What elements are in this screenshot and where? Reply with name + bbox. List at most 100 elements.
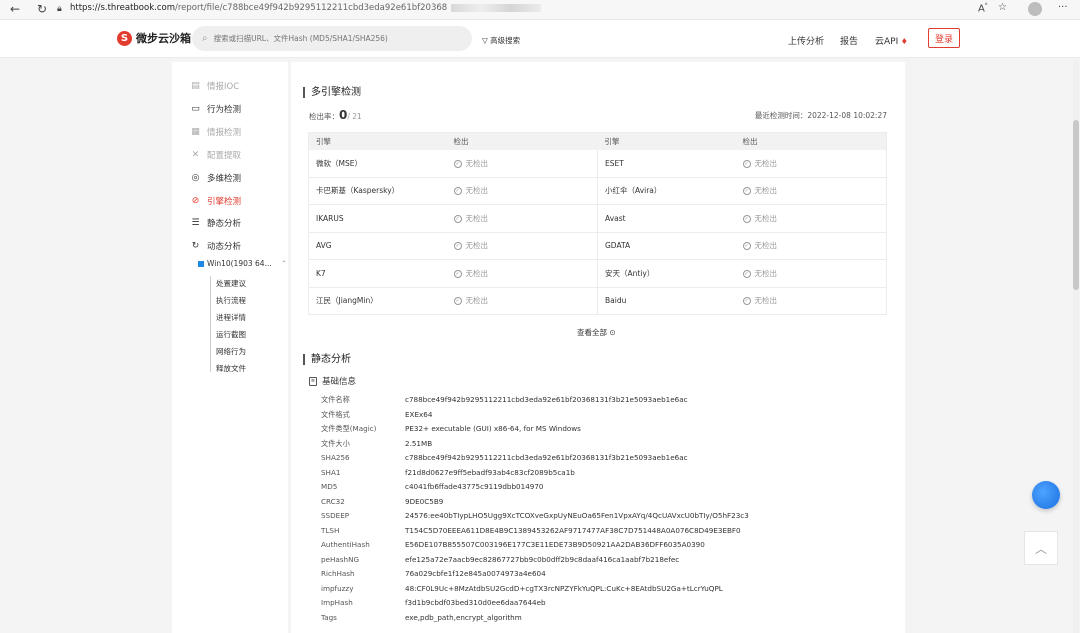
info-row: Tags exe,pdb_path,encrypt_algorithm	[321, 613, 522, 622]
cloud-api-link[interactable]: 云API ♦	[875, 34, 908, 47]
windows-icon	[198, 260, 204, 267]
info-row: SHA1 f21d8d0627e9ff5ebadf93ab4c83cf2089b5…	[321, 468, 575, 477]
upload-analysis-link[interactable]: 上传分析	[788, 34, 824, 47]
info-key: SHA1	[321, 467, 341, 477]
dynamic-subnav: 处置建议 执行流程 进程详情 运行截图 网络行为 释放文件	[210, 276, 246, 373]
info-value: f3d1b9cbdf03bed310d0ee6daa7644eb	[405, 598, 546, 607]
engine-name: K7	[308, 259, 447, 288]
assistant-float-button[interactable]	[1032, 481, 1060, 509]
table-header: 引擎 检出 引擎 检出	[308, 132, 887, 150]
info-row: MD5 c4041fb6ffade43775c9119dbb014970	[321, 482, 543, 491]
info-value: 48:CF0L9Uc+8MzAtdbSU2GcdD+cgTX3rcNPZYFkY…	[405, 583, 723, 593]
engine-name: 安天（Antiy）	[597, 259, 736, 288]
sub-item-dropped[interactable]: 释放文件	[216, 363, 246, 374]
page-scrollbar[interactable]	[1073, 60, 1079, 633]
info-key: Tags	[321, 612, 337, 622]
col-detect: 检出	[735, 132, 887, 150]
table-row: K7 ✓ 无检出 安天（Antiy） ✓ 无检出	[308, 259, 887, 288]
search-icon[interactable]: ⌕	[202, 33, 208, 44]
sidebar-item-label: 情报检测	[207, 128, 242, 138]
grid-icon: ▦	[191, 127, 200, 137]
advanced-search-link[interactable]: ▽ 高级搜索	[482, 35, 520, 46]
logo[interactable]: S 微步云沙箱	[117, 30, 191, 46]
engine-name: IKARUS	[308, 204, 447, 233]
report-link[interactable]: 报告	[840, 34, 858, 47]
url-host: https://s.threatbook.com	[70, 3, 175, 13]
sidebar-item-intel[interactable]: ▦ 情报检测	[190, 126, 241, 138]
sub-item-flow[interactable]: 执行流程	[216, 295, 246, 306]
sidebar-item-behavior[interactable]: ▭ 行为检测	[190, 103, 241, 115]
detect-cell: ✓ 无检出	[735, 177, 887, 205]
info-key: TLSH	[321, 525, 340, 535]
env-selector[interactable]: Win10(1903 64... ⌃	[198, 259, 287, 268]
check-circle-icon: ✓	[742, 297, 751, 306]
detect-result: 无检出	[754, 213, 778, 223]
info-key: SSDEEP	[321, 511, 350, 520]
sidebar-item-multidim[interactable]: ◎ 多维检测	[190, 172, 241, 184]
back-to-top-button[interactable]: ︿	[1024, 531, 1058, 565]
favorite-star-icon[interactable]: ☆	[998, 2, 1007, 13]
detect-cell: ✓ 无检出	[446, 259, 598, 288]
question-circle-icon: ⊘	[191, 196, 200, 206]
detect-cell: ✓ 无检出	[446, 232, 598, 260]
blurred-url-tail	[451, 3, 542, 12]
refresh-icon[interactable]: ↻	[37, 2, 47, 16]
detect-cell: ✓ 无检出	[446, 149, 598, 178]
sidebar-item-label: 多维检测	[207, 174, 242, 184]
view-all-link[interactable]: 查看全部 ⊙	[577, 327, 616, 338]
check-circle-icon: ✓	[453, 187, 462, 196]
check-circle-icon: ✓	[453, 242, 462, 251]
sidebar-item-engine[interactable]: ⊘ 引擎检测	[190, 195, 241, 207]
info-row: 文件大小 2.51MB	[321, 439, 432, 449]
detect-cell: ✓ 无检出	[735, 232, 887, 260]
check-circle-icon: ✓	[742, 269, 751, 278]
table-row: AVG ✓ 无检出 GDATA ✓ 无检出	[308, 232, 887, 260]
info-value: T154C5D70EEEA611D8E4B9C1389453262AF97174…	[405, 525, 741, 535]
login-button[interactable]: 登录	[928, 28, 960, 48]
scrollbar-thumb[interactable]	[1073, 120, 1079, 290]
engine-name: Avast	[597, 204, 736, 233]
info-key: RichHash	[321, 569, 355, 578]
sub-item-network[interactable]: 网络行为	[216, 346, 246, 357]
sidebar-item-config[interactable]: ✕ 配置提取	[190, 149, 241, 161]
info-row: 文件类型(Magic) PE32+ executable (GUI) x86-64…	[321, 424, 581, 434]
sidebar-item-label: 情报IOC	[207, 82, 240, 92]
sidebar-item-label: 动态分析	[207, 242, 242, 252]
sidebar-item-static[interactable]: ☰ 静态分析	[190, 217, 241, 229]
engine-name: 小红伞（Avira）	[597, 177, 736, 205]
profile-avatar[interactable]	[1028, 2, 1042, 16]
sub-item-process[interactable]: 进程详情	[216, 312, 246, 323]
sidebar-item-dynamic[interactable]: ↻ 动态分析	[190, 240, 241, 252]
info-key: 文件类型(Magic)	[321, 424, 377, 433]
read-aloud-icon[interactable]: Aᴬ	[978, 2, 987, 14]
detect-cell: ✓ 无检出	[735, 259, 887, 288]
engine-name: GDATA	[597, 232, 736, 260]
sub-item-screenshot[interactable]: 运行截图	[216, 329, 246, 340]
search-input[interactable]	[213, 34, 454, 43]
info-row: SSDEEP 24576:ee40bTIypLHO5Ugg9XcTCOXveGxp…	[321, 511, 749, 520]
list-icon: ☰	[191, 218, 200, 228]
table-row: 微软（MSE） ✓ 无检出 ESET ✓ 无检出	[308, 149, 887, 178]
check-circle-icon: ✓	[742, 187, 751, 196]
info-value: PE32+ executable (GUI) x86-64, for MS Wi…	[405, 424, 581, 433]
detect-result: 无检出	[465, 186, 489, 196]
detect-result: 无检出	[465, 158, 489, 168]
info-row: SHA256 c788bce49f942b9295112211cbd3eda92e…	[321, 453, 688, 462]
document-icon: ≡	[309, 376, 317, 386]
back-arrow-icon[interactable]: ←	[10, 2, 20, 16]
sidebar-item-label: 配置提取	[207, 151, 242, 161]
info-value: efe125a72e7aacb9ec82867727bb9c0b0dff2b9c…	[405, 554, 680, 564]
sub-item-advice[interactable]: 处置建议	[216, 278, 246, 289]
sidebar-item-label: 引擎检测	[207, 197, 242, 207]
monitor-icon: ▭	[191, 104, 200, 114]
engine-name: 江民（JiangMin）	[308, 287, 447, 315]
address-bar[interactable]: https://s.threatbook.com/report/file/c78…	[70, 3, 542, 13]
col-detect: 检出	[446, 132, 598, 150]
more-menu-icon[interactable]: ···	[1058, 2, 1068, 13]
info-key: MD5	[321, 482, 338, 491]
sidebar-item-ioc[interactable]: ▤ 情报IOC	[190, 80, 239, 92]
info-row: ImpHash f3d1b9cbdf03bed310d0ee6daa7644eb	[321, 598, 546, 607]
table-row: 卡巴斯基（Kaspersky） ✓ 无检出 小红伞（Avira） ✓ 无检出	[308, 177, 887, 205]
detect-result: 无检出	[465, 213, 489, 223]
filter-icon: ▽	[482, 36, 491, 45]
